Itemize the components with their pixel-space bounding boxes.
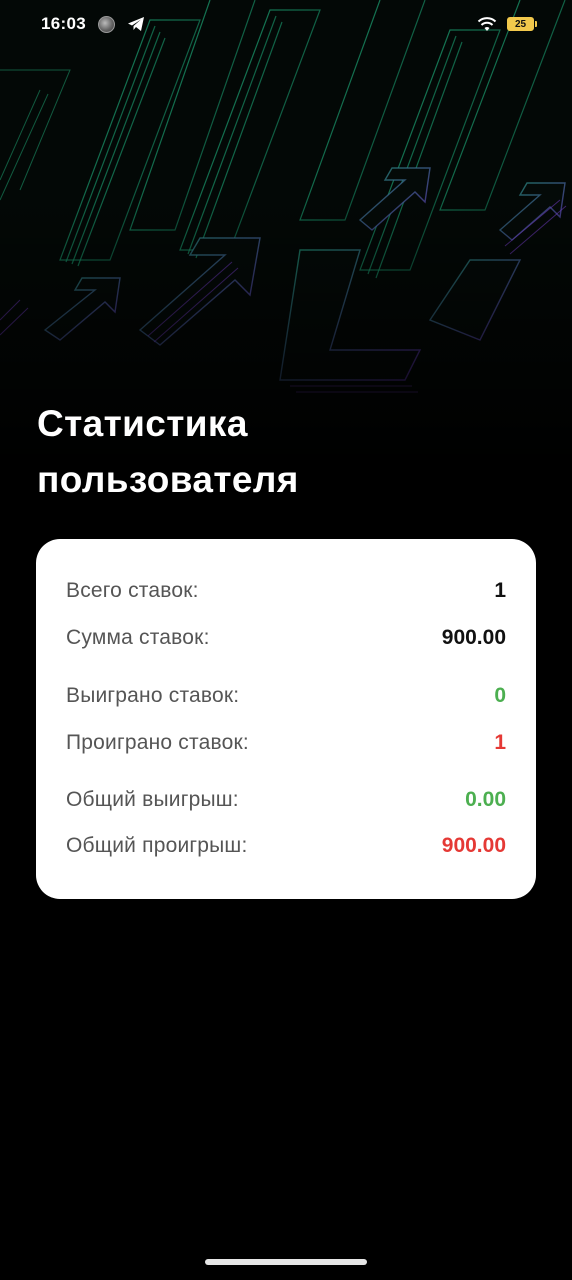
stat-row-total-win: Общий выигрыш: 0.00 (66, 785, 506, 815)
stat-label: Общий выигрыш: (66, 788, 239, 811)
stat-row-total-bets: Всего ставок: 1 (66, 576, 506, 606)
stat-row-total-loss: Общий проигрыш: 900.00 (66, 831, 506, 861)
status-time: 16:03 (41, 14, 86, 33)
stats-card: Всего ставок: 1 Сумма ставок: 900.00 Выи… (36, 539, 536, 899)
stat-value: 900.00 (441, 626, 506, 649)
stat-value: 0 (494, 684, 506, 707)
battery-level: 25 (514, 18, 527, 30)
stat-label: Всего ставок: (66, 579, 199, 602)
wifi-icon (477, 17, 497, 31)
status-bar: 16:03 25 (0, 0, 572, 48)
page-title-line2: пользователя (37, 459, 299, 500)
app-screen: 16:03 25 Статистика пользователя Всего с… (0, 0, 572, 1280)
battery-icon: 25 (507, 17, 537, 31)
stat-row-lost-bets: Проиграно ставок: 1 (66, 728, 506, 758)
stat-row-won-bets: Выиграно ставок: 0 (66, 681, 506, 711)
status-left: 16:03 (41, 14, 145, 34)
stat-value: 0.00 (465, 788, 506, 811)
home-indicator[interactable] (205, 1259, 367, 1265)
stat-label: Сумма ставок: (66, 626, 210, 649)
stat-label: Проиграно ставок: (66, 731, 249, 754)
status-right: 25 (477, 16, 537, 32)
stat-label: Общий проигрыш: (66, 834, 248, 857)
stat-row-bets-sum: Сумма ставок: 900.00 (66, 623, 506, 653)
page-title: Статистика пользователя (37, 396, 537, 508)
stat-value: 1 (494, 579, 506, 602)
page-title-line1: Статистика (37, 403, 248, 444)
stat-value: 900.00 (441, 834, 506, 857)
telegram-icon (127, 17, 144, 31)
stat-value: 1 (494, 731, 506, 754)
stat-label: Выиграно ставок: (66, 684, 240, 707)
avatar-icon (97, 15, 115, 33)
